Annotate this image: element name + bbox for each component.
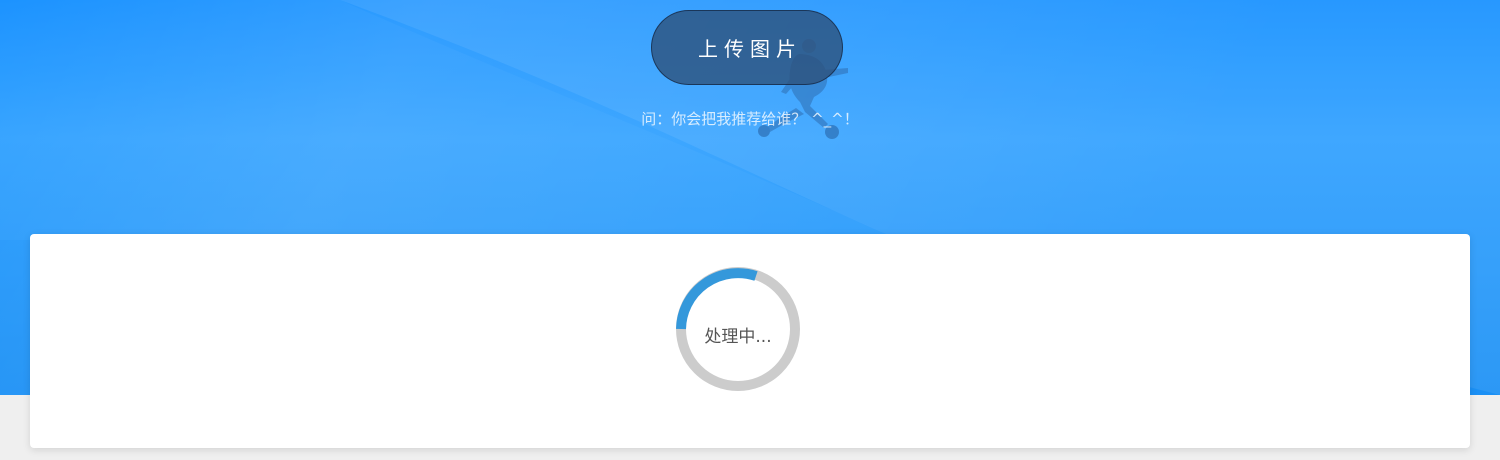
question-text: 问：你会把我推荐给谁？ ^_^！ [641,110,859,128]
processing-status: 处理中... [704,327,772,347]
upload-image-button[interactable]: 上传图片 [651,10,843,85]
processing-loader: 处理中... [674,265,802,393]
page: 上传图片 问：你会把我推荐给谁？ ^_^！ 处理中... [0,0,1500,460]
